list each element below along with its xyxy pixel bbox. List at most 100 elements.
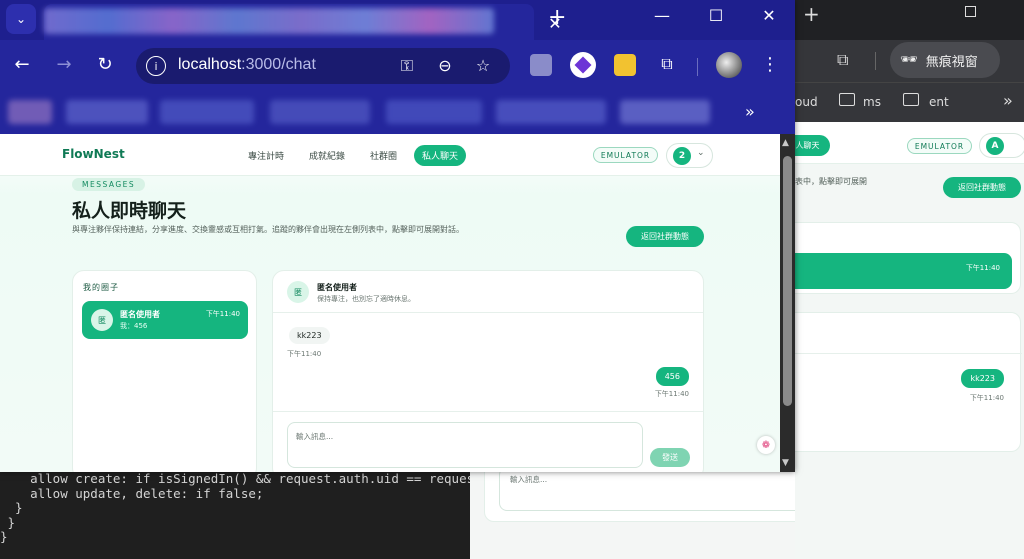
site-header: FlowNest 專注計時 成就紀錄 社群圈 私人聊天 EMULATOR 2 ⌄ <box>0 134 780 176</box>
titlebar: ⌄ ✕ + — ☐ ✕ <box>0 0 795 40</box>
bg-back-button[interactable]: 返回社群動態 <box>943 177 1021 198</box>
bg-toolbar: ⧉ 🕶 無痕視窗 <box>795 40 1024 82</box>
extensions-puzzle-icon[interactable]: ⧉ <box>656 54 678 76</box>
bg-user-avatar: A <box>986 137 1004 155</box>
close-window-button[interactable]: ✕ <box>757 6 781 25</box>
menu-kebab-icon[interactable]: ⋮ <box>758 54 782 75</box>
code-line: } <box>0 529 8 544</box>
minimize-button[interactable]: — <box>650 6 674 25</box>
bg-chat-card: kk223 下午11:40 <box>795 312 1022 452</box>
bg-bookmark[interactable]: oud <box>795 95 818 109</box>
message-composer: 輸入訊息... 發送 <box>273 411 703 472</box>
bg-nav-active[interactable]: 人聊天 <box>795 135 830 156</box>
conversation-avatar: 匿 <box>91 309 113 331</box>
bg-header: 人聊天 EMULATOR A <box>795 122 1024 164</box>
page-description: 與專注夥伴保持連結，分享進度、交換靈感或互相打氣。追蹤的夥伴會出現在左側列表中，… <box>72 225 464 234</box>
bg-divider <box>875 52 876 70</box>
scroll-thumb[interactable] <box>783 156 792 406</box>
url-path: :3000/chat <box>241 56 316 73</box>
bg-bookmark[interactable]: ms <box>863 95 881 109</box>
send-button[interactable]: 發送 <box>650 448 690 467</box>
bg-maximize-icon[interactable] <box>965 6 976 17</box>
maximize-button[interactable]: ☐ <box>704 6 728 25</box>
message-bubble-outgoing: 456 <box>655 367 689 386</box>
bookmark-blurred[interactable] <box>496 100 606 124</box>
scroll-down-icon[interactable]: ▼ <box>782 458 789 468</box>
site-logo[interactable]: FlowNest <box>62 147 125 161</box>
bg-circle-time: 下午11:40 <box>965 264 1000 272</box>
bookmark-blurred[interactable] <box>8 100 52 124</box>
url-text: localhost:3000/chat <box>178 56 316 74</box>
code-line: allow create: if isSignedIn() && request… <box>0 471 470 486</box>
bg-new-tab-button[interactable]: + <box>803 2 820 26</box>
conversation-time: 下午11:40 <box>205 310 240 318</box>
chat-partner-name: 匿名使用者 <box>317 283 357 292</box>
bg-page: 人聊天 EMULATOR A 表中，點擊即可展開 返回社群動態 下午11:40 … <box>795 122 1024 559</box>
profile-avatar-icon[interactable] <box>716 52 742 78</box>
user-avatar: 2 <box>673 147 691 165</box>
bg-incognito-badge[interactable]: 🕶 無痕視窗 <box>890 42 1000 78</box>
user-menu[interactable]: 2 ⌄ <box>666 143 713 168</box>
nav-link-achievements[interactable]: 成就紀錄 <box>309 149 345 162</box>
nav-link-community[interactable]: 社群圈 <box>370 149 397 162</box>
toolbar-divider <box>697 58 698 76</box>
folder-icon <box>903 93 919 106</box>
zoom-out-icon[interactable]: ⊖ <box>434 56 456 75</box>
conversation-list-item[interactable]: 匿 匿名使用者 我：456 下午11:40 <box>82 301 248 339</box>
code-editor[interactable]: allow create: if isSignedIn() && request… <box>0 470 470 559</box>
reload-icon[interactable]: ↻ <box>93 54 117 75</box>
bookmark-blurred[interactable] <box>270 100 370 124</box>
bg-circle-item[interactable]: 下午11:40 <box>795 253 1012 289</box>
bg-msg-time: 下午11:40 <box>969 394 1004 402</box>
chevron-down-icon: ⌄ <box>697 148 705 158</box>
chat-partner-avatar: 匿 <box>287 281 309 303</box>
background-browser-window: + ⧉ 🕶 無痕視窗 oud ms ent » 人聊天 EMULATOR A 表… <box>795 0 1024 559</box>
message-input[interactable]: 輸入訊息... <box>287 422 643 468</box>
bookmarks-bar: » <box>0 92 795 134</box>
bg-user-pill[interactable]: A <box>979 133 1024 158</box>
chat-header: 匿 匿名使用者 保持專注，也別忘了適時休息。 <box>273 271 703 313</box>
bg-bookmarks-more[interactable]: » <box>1003 91 1013 110</box>
bg-circles-card: 下午11:40 <box>795 222 1021 294</box>
circles-title: 我的圈子 <box>83 283 119 292</box>
scroll-up-icon[interactable]: ▲ <box>782 138 789 148</box>
nav-link-private-chat[interactable]: 私人聊天 <box>414 145 466 166</box>
bg-desc-fragment: 表中，點擊即可展開 <box>795 177 867 186</box>
bookmark-star-icon[interactable]: ☆ <box>472 56 494 75</box>
page-title: 私人即時聊天 <box>72 200 187 222</box>
bg-incognito-label: 無痕視窗 <box>925 54 978 70</box>
page-content: FlowNest 專注計時 成就紀錄 社群圈 私人聊天 EMULATOR 2 ⌄… <box>0 134 780 472</box>
chat-partner-subtitle: 保持專注，也別忘了適時休息。 <box>317 295 415 303</box>
active-tab[interactable]: ✕ <box>44 4 562 40</box>
bookmark-blurred[interactable] <box>160 100 254 124</box>
bookmark-blurred[interactable] <box>66 100 148 124</box>
bg-bookmark[interactable]: ent <box>929 95 949 109</box>
back-arrow-icon[interactable]: ← <box>10 54 34 75</box>
bg-extensions-icon[interactable]: ⧉ <box>837 50 848 70</box>
circles-panel: 我的圈子 匿 匿名使用者 我：456 下午11:40 <box>72 270 257 472</box>
floating-extension-icon[interactable]: ❁ <box>757 436 775 454</box>
url-host: localhost <box>178 56 242 73</box>
page-scrollbar[interactable]: ▲ ▼ <box>780 134 795 472</box>
message-time: 下午11:40 <box>287 350 322 358</box>
forward-arrow-icon[interactable]: → <box>52 54 76 75</box>
tab-search-button[interactable]: ⌄ <box>6 4 36 34</box>
new-tab-button[interactable]: + <box>548 5 566 30</box>
bookmark-blurred[interactable] <box>620 100 710 124</box>
key-icon[interactable]: ⚿ <box>396 56 418 76</box>
nav-link-focus-timer[interactable]: 專注計時 <box>248 149 284 162</box>
browser-window: ⌄ ✕ + — ☐ ✕ ← → ↻ i localhost:3000/chat … <box>0 0 795 472</box>
extension-yellow-icon[interactable] <box>614 54 636 76</box>
bg-composer-placeholder: 輸入訊息... <box>510 475 548 484</box>
bookmarks-more-icon[interactable]: » <box>745 102 755 121</box>
site-info-icon[interactable]: i <box>146 56 166 76</box>
bg-chat-divider <box>795 353 1022 354</box>
address-bar[interactable]: i localhost:3000/chat ⚿ ⊖ ☆ <box>136 48 510 84</box>
bg-bookmarks-bar: oud ms ent » <box>795 82 1024 122</box>
chevron-down-icon: ⌄ <box>15 12 27 26</box>
camera-icon[interactable] <box>530 54 552 76</box>
back-to-feed-button[interactable]: 返回社群動態 <box>626 226 704 247</box>
extension-diamond-icon[interactable] <box>570 52 596 78</box>
toolbar: ← → ↻ i localhost:3000/chat ⚿ ⊖ ☆ ⧉ ⋮ <box>0 40 795 92</box>
bookmark-blurred[interactable] <box>386 100 482 124</box>
